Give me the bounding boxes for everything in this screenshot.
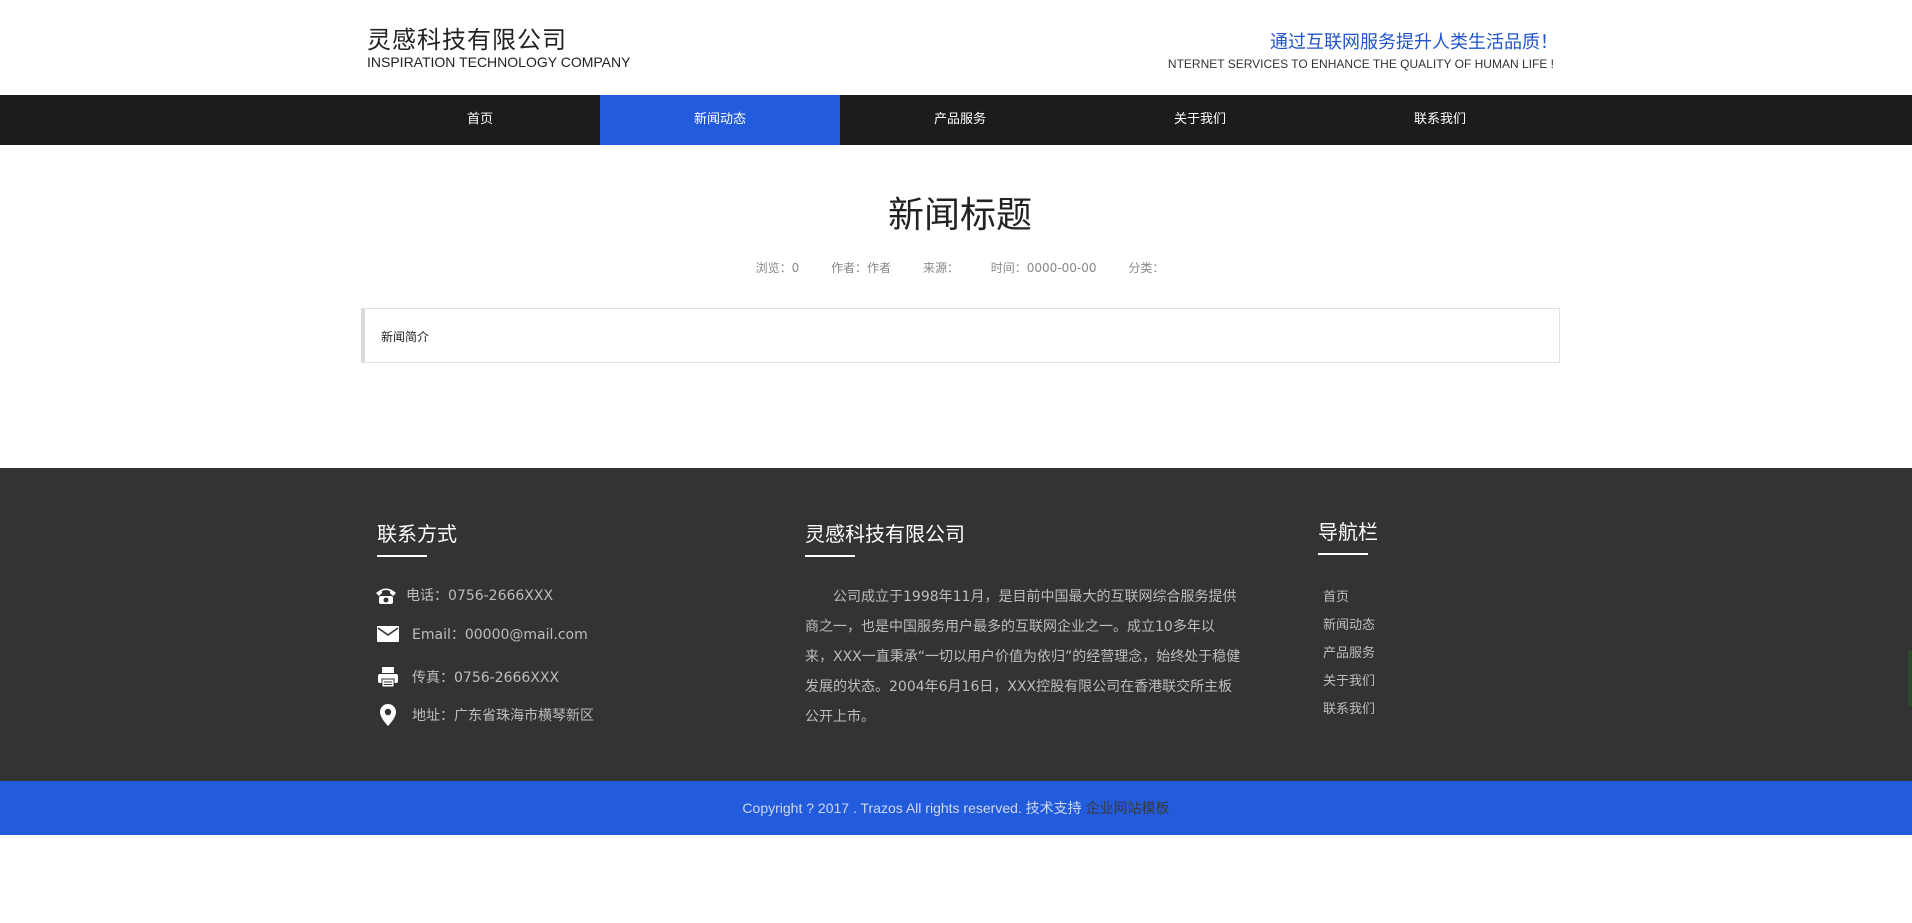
- nav-item-contact[interactable]: 联系我们: [1320, 95, 1560, 145]
- footer-nav-title-underline: [1318, 553, 1368, 555]
- main-nav: 首页 新闻动态 产品服务 关于我们 联系我们: [0, 95, 1912, 145]
- article-summary: 新闻简介: [381, 330, 430, 344]
- site-header: 灵感科技有限公司 INSPIRATION TECHNOLOGY COMPANY …: [0, 0, 1912, 95]
- contact-title-underline: [377, 555, 427, 557]
- copyright-bar: Copyright ? 2017 . Trazos All rights res…: [0, 781, 1912, 835]
- meta-category: 分类：: [1128, 261, 1165, 275]
- meta-views: 浏览：0: [755, 261, 800, 275]
- contact-email: Email：00000@mail.com: [412, 627, 588, 643]
- nav-item-home[interactable]: 首页: [360, 95, 600, 145]
- meta-author: 作者：作者: [831, 261, 892, 275]
- footer-nav-home[interactable]: 首页: [1323, 586, 1349, 605]
- contact-phone: 电话：0756-2666XXX: [406, 588, 554, 604]
- article-meta: 浏览：0 作者：作者 来源： 时间：0000-00-00 分类：: [0, 259, 1912, 276]
- side-float-tab[interactable]: [1908, 650, 1912, 706]
- printer-icon: [376, 666, 400, 688]
- meta-source: 来源：: [922, 261, 959, 275]
- company-about: 公司成立于1998年11月，是目前中国最大的互联网综合服务提供商之一，也是中国服…: [805, 589, 1241, 725]
- nav-item-news[interactable]: 新闻动态: [600, 95, 840, 145]
- contact-title: 联系方式: [377, 522, 457, 546]
- contact-fax: 传真：0756-2666XXX: [412, 670, 560, 686]
- site-footer: 联系方式 电话：0756-2666XXX Email：00000@mail.co…: [0, 468, 1912, 781]
- footer-nav-products[interactable]: 产品服务: [1323, 642, 1375, 661]
- slogan-en: NTERNET SERVICES TO ENHANCE THE QUALITY …: [1167, 57, 1554, 71]
- footer-nav-about[interactable]: 关于我们: [1323, 670, 1375, 689]
- phone-icon: [374, 584, 398, 606]
- contact-phone-row: 电话：0756-2666XXX: [374, 584, 553, 606]
- meta-time: 时间：0000-00-00: [990, 261, 1097, 275]
- company-title-underline: [805, 555, 855, 557]
- company-name-en: INSPIRATION TECHNOLOGY COMPANY: [367, 54, 631, 70]
- footer-nav-contact[interactable]: 联系我们: [1323, 698, 1375, 717]
- contact-address-row: 地址：广东省珠海市横琴新区: [376, 704, 594, 726]
- footer-nav-title: 导航栏: [1318, 520, 1378, 544]
- company-name[interactable]: 灵感科技有限公司: [367, 20, 567, 55]
- contact-address: 地址：广东省珠海市横琴新区: [412, 708, 594, 724]
- company-title: 灵感科技有限公司: [805, 522, 965, 546]
- article-summary-box: 新闻简介: [361, 308, 1560, 363]
- contact-fax-row: 传真：0756-2666XXX: [376, 666, 559, 688]
- email-icon: [376, 623, 400, 645]
- footer-nav-news[interactable]: 新闻动态: [1323, 614, 1375, 633]
- contact-email-row: Email：00000@mail.com: [376, 623, 588, 645]
- nav-item-products[interactable]: 产品服务: [840, 95, 1080, 145]
- template-link[interactable]: 企业网站模板: [1086, 800, 1170, 816]
- article-title: 新闻标题: [887, 195, 1032, 236]
- slogan: 通过互联网服务提升人类生活品质！: [1270, 32, 1558, 53]
- location-pin-icon: [376, 704, 400, 726]
- copyright-text: Copyright ? 2017 . Trazos All rights res…: [742, 800, 1086, 816]
- nav-item-about[interactable]: 关于我们: [1080, 95, 1320, 145]
